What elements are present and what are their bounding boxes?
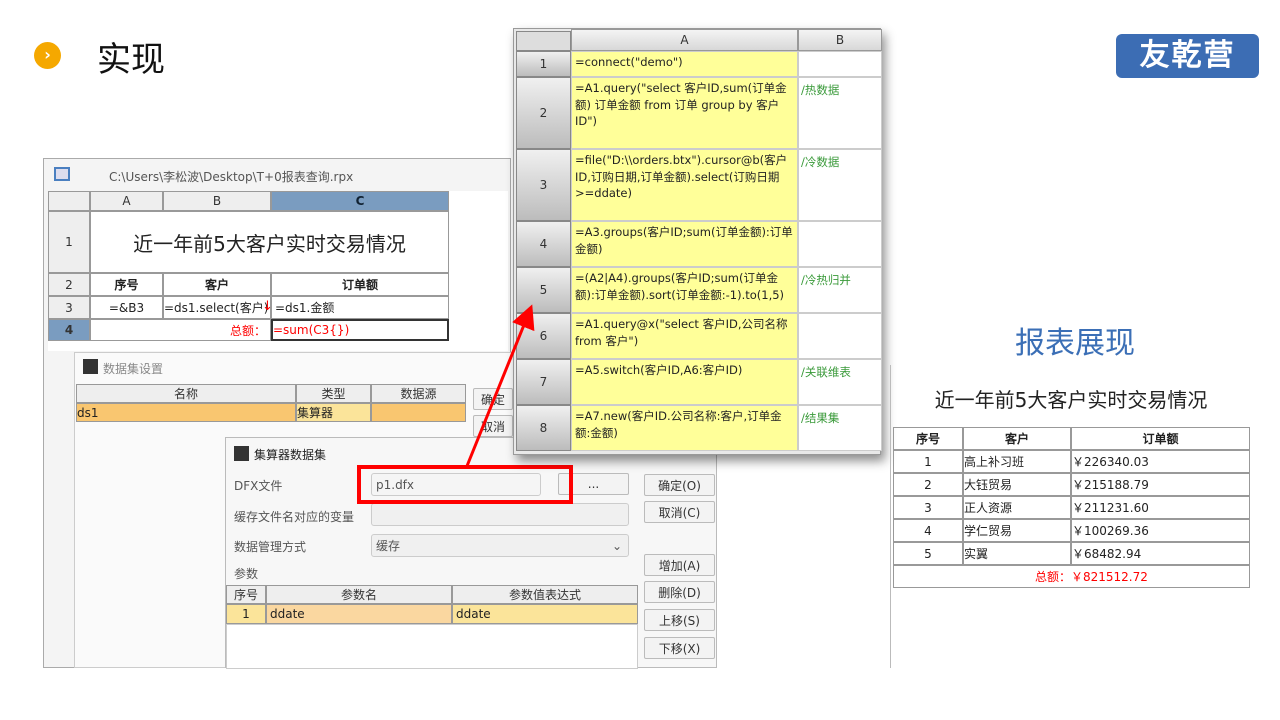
report-cell: 2 — [893, 473, 963, 496]
report-table: 序号 客户 订单额 1 高上补习班 ￥226340.03 2 大钰贸易 ￥215188.79 3 正… — [893, 427, 1250, 588]
report-header: 客户 — [963, 427, 1071, 450]
report-cell: 3 — [893, 496, 963, 519]
report-cell: ￥215188.79 — [1071, 473, 1250, 496]
report-cell: 大钰贸易 — [963, 473, 1071, 496]
report-cell: 高上补习班 — [963, 450, 1071, 473]
report-cell: 4 — [893, 519, 963, 542]
report-cell: 1 — [893, 450, 963, 473]
report-cell: 学仁贸易 — [963, 519, 1071, 542]
report-total-label: 总额： — [893, 565, 1071, 588]
report-cell: 5 — [893, 542, 963, 565]
report-cell: ￥211231.60 — [1071, 496, 1250, 519]
report-cell: ￥68482.94 — [1071, 542, 1250, 565]
arrow-line — [465, 304, 535, 467]
report-cell: ￥226340.03 — [1071, 450, 1250, 473]
report-section-title: 报表展现 — [1015, 326, 1135, 361]
report-header: 订单额 — [1071, 427, 1250, 450]
report-cell: 实翼 — [963, 542, 1071, 565]
report-cell: ￥100269.36 — [1071, 519, 1250, 542]
report-header: 序号 — [893, 427, 963, 450]
report-title: 近一年前5大客户实时交易情况 — [934, 388, 1208, 412]
report-cell: 正人资源 — [963, 496, 1071, 519]
divider — [890, 365, 891, 668]
report-total-value: ￥821512.72 — [1071, 565, 1250, 588]
